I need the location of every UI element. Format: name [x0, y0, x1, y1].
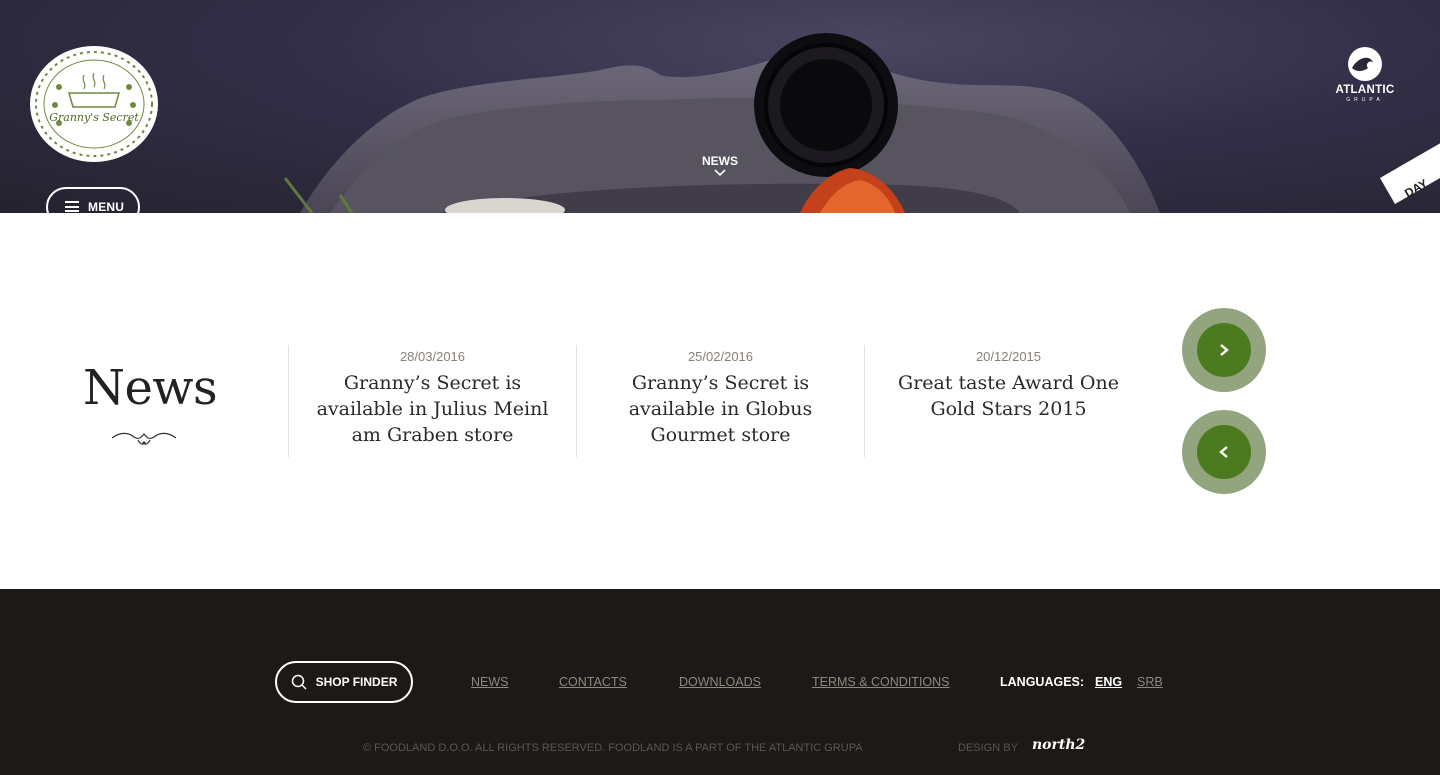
hero-food-image: [283, 33, 1160, 213]
chevron-down-icon: [714, 169, 726, 177]
next-button-inner: [1197, 323, 1251, 377]
menu-button[interactable]: MENU: [46, 187, 140, 213]
shop-finder-button[interactable]: SHOP FINDER: [275, 661, 413, 703]
atlantic-grupa-logo[interactable]: ATLANTIC GRUPA: [1334, 46, 1396, 103]
prev-button-inner: [1197, 425, 1251, 479]
news-item[interactable]: 20/12/2015 Great taste Award One Gold St…: [864, 345, 1152, 457]
news-item[interactable]: 25/02/2016 Granny’s Secret is available …: [576, 345, 864, 457]
shop-finder-label: SHOP FINDER: [315, 675, 398, 689]
languages-label: LANGUAGES:: [1000, 675, 1085, 689]
news-date: 28/03/2016: [399, 349, 466, 364]
footer-link-downloads[interactable]: DOWNLOADS: [679, 675, 761, 689]
atlantic-wave-icon: [1348, 47, 1382, 81]
prev-news-button[interactable]: [1182, 410, 1266, 494]
copyright-text: © FOODLAND D.O.O. ALL RIGHTS RESERVED. F…: [363, 742, 863, 754]
hero-banner: Granny's Secret MENU NEWS ATLANTIC GRUPA…: [0, 0, 1440, 213]
news-date: 20/12/2015: [975, 349, 1042, 364]
hero-nav-news[interactable]: NEWS: [690, 154, 750, 177]
footer-link-contacts[interactable]: CONTACTS: [559, 675, 627, 689]
news-headline[interactable]: Granny’s Secret is available in Globus G…: [605, 370, 837, 448]
news-date: 25/02/2016: [687, 349, 754, 364]
design-by-label: DESIGN BY: [958, 742, 1018, 754]
partner-name: ATLANTIC: [1335, 84, 1395, 96]
partner-sub: GRUPA: [1346, 97, 1384, 103]
footer: SHOP FINDER NEWS CONTACTS DOWNLOADS TERM…: [0, 589, 1440, 775]
news-section-title: News: [83, 360, 218, 416]
footer-link-terms[interactable]: TERMS & CONDITIONS: [812, 675, 950, 689]
next-news-button[interactable]: [1182, 308, 1266, 392]
news-headline[interactable]: Granny’s Secret is available in Julius M…: [317, 370, 549, 448]
language-srb[interactable]: SRB: [1137, 675, 1163, 689]
news-item[interactable]: 28/03/2016 Granny’s Secret is available …: [288, 345, 576, 457]
chevron-right-icon: [1220, 344, 1229, 356]
designer-logo-link[interactable]: north2: [1032, 737, 1085, 753]
flourish-ornament-icon: [111, 432, 177, 445]
grannys-secret-logo[interactable]: Granny's Secret: [29, 45, 159, 163]
hamburger-icon: [65, 201, 79, 212]
logo-text: Granny's Secret: [49, 111, 139, 124]
hero-nav-label: NEWS: [702, 154, 738, 168]
search-icon: [291, 674, 307, 690]
chevron-left-icon: [1219, 446, 1228, 458]
footer-link-news[interactable]: NEWS: [471, 675, 509, 689]
menu-label: MENU: [88, 200, 125, 213]
language-eng[interactable]: ENG: [1095, 675, 1122, 689]
news-headline[interactable]: Great taste Award One Gold Stars 2015: [893, 370, 1125, 422]
